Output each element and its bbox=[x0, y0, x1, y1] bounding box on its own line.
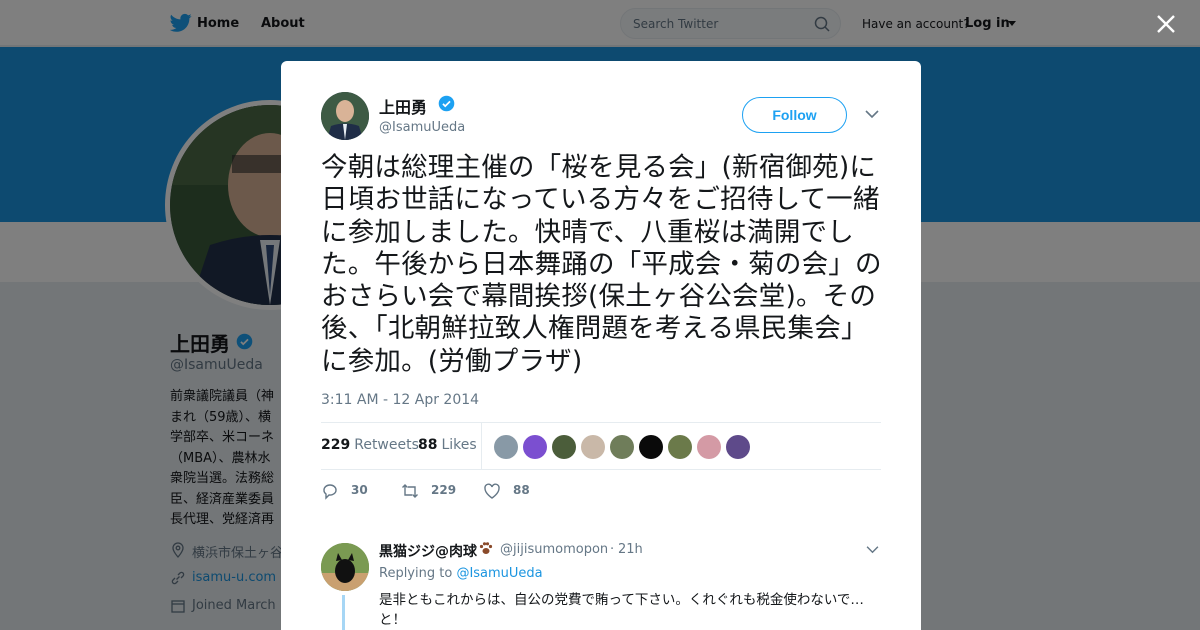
tweet-timestamp[interactable]: 3:11 AM - 12 Apr 2014 bbox=[321, 392, 479, 408]
replying-to-link[interactable]: @IsamuUeda bbox=[456, 566, 542, 581]
chevron-down-icon[interactable] bbox=[865, 109, 879, 119]
verified-badge-icon bbox=[438, 95, 455, 112]
tweet-author-avatar[interactable] bbox=[321, 92, 369, 140]
chevron-down-icon[interactable] bbox=[866, 545, 879, 554]
follow-button[interactable]: Follow bbox=[742, 97, 847, 133]
tree-avatar[interactable] bbox=[552, 435, 576, 459]
heart-icon bbox=[484, 483, 500, 499]
retweets-count: 229 bbox=[321, 437, 351, 453]
logo-avatar[interactable] bbox=[610, 435, 634, 459]
reply-icon bbox=[323, 484, 337, 500]
reply-avatar-image bbox=[321, 543, 369, 591]
reply-time[interactable]: 21h bbox=[618, 542, 643, 557]
like-count: 88 bbox=[513, 483, 530, 497]
field-avatar[interactable] bbox=[668, 435, 692, 459]
retweets-stat[interactable]: 229 Retweets bbox=[321, 437, 419, 453]
likes-count: 88 bbox=[418, 437, 438, 453]
author-avatar-image bbox=[321, 92, 369, 140]
person-avatar[interactable] bbox=[581, 435, 605, 459]
reply-dot-separator: · bbox=[610, 542, 615, 557]
retweet-count: 229 bbox=[431, 483, 457, 497]
tweet-author-name[interactable]: 上田勇 bbox=[379, 94, 427, 118]
purple-swirl-avatar[interactable] bbox=[523, 435, 547, 459]
reply-separator bbox=[281, 516, 921, 526]
replying-prefix: Replying to bbox=[379, 566, 453, 581]
flower-avatar[interactable] bbox=[697, 435, 721, 459]
replying-to: Replying to @IsamuUeda bbox=[379, 566, 543, 581]
reply-author-name[interactable]: 黒猫ジジ@肉球 bbox=[379, 541, 477, 561]
retweets-label: Retweets bbox=[354, 437, 419, 453]
stats-divider bbox=[481, 423, 482, 469]
reply-text: 是非ともこれからは、自公の党費で賄って下さい。くれぐれも税金使わないで…と！ bbox=[379, 592, 864, 628]
likes-stat[interactable]: 88 Likes bbox=[418, 437, 477, 453]
reply-author-avatar[interactable] bbox=[321, 543, 369, 591]
tweet-modal: 上田勇 @IsamuUeda Follow 今朝は総理主催の「桜を見る会」(新宿… bbox=[281, 61, 921, 630]
tweet-stats: 229 Retweets 88 Likes bbox=[321, 422, 881, 470]
paw-icon bbox=[479, 542, 493, 554]
tweet-author-handle[interactable]: @IsamuUeda bbox=[379, 120, 465, 135]
tweet-actions: 30 229 88 bbox=[321, 481, 881, 501]
reply-thread-line bbox=[342, 595, 345, 630]
reply-count: 30 bbox=[351, 483, 368, 497]
close-icon[interactable] bbox=[1155, 13, 1177, 35]
retweet-icon bbox=[402, 484, 418, 498]
green-circle-avatar[interactable] bbox=[639, 435, 663, 459]
tweet-text: 今朝は総理主催の「桜を見る会」(新宿御苑)に日頃お世話になっている方々をご招待し… bbox=[321, 152, 882, 377]
purple-avatar[interactable] bbox=[726, 435, 750, 459]
default-avatar[interactable] bbox=[494, 435, 518, 459]
reply-author-handle[interactable]: @jijisumomopon bbox=[500, 542, 608, 557]
likes-label: Likes bbox=[441, 437, 477, 453]
